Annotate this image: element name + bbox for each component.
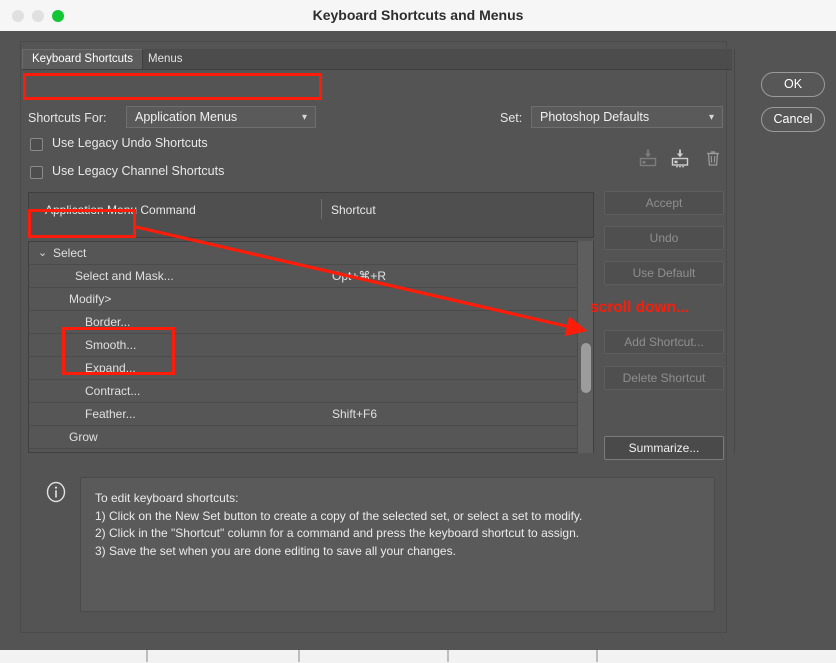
title-bar: Keyboard Shortcuts and Menus <box>0 0 836 32</box>
use-default-button[interactable]: Use Default <box>604 261 724 285</box>
list-scrollbar[interactable] <box>577 241 593 453</box>
panel-divider <box>734 49 735 453</box>
row-command-label: Smooth... <box>85 338 137 352</box>
shortcuts-for-label: Shortcuts For: <box>28 111 107 125</box>
tab-bar: Keyboard Shortcuts Menus <box>22 49 732 70</box>
background-window-strip <box>0 648 836 663</box>
row-command-label: Select <box>53 246 87 260</box>
header-divider <box>321 199 322 219</box>
shortcuts-for-value: Application Menus <box>135 110 238 124</box>
table-row[interactable]: Expand... <box>29 357 593 380</box>
table-row[interactable]: Modify> <box>29 288 593 311</box>
table-row[interactable]: Smooth... <box>29 334 593 357</box>
column-header-command: Application Menu Command <box>45 203 196 217</box>
summarize-button[interactable]: Summarize... <box>604 436 724 460</box>
tab-menus[interactable]: Menus <box>139 49 192 69</box>
dialog-body: Keyboard Shortcuts Menus Shortcuts For: … <box>0 31 836 650</box>
annotation-scroll-down-label: scroll down... <box>590 299 690 316</box>
background-tick <box>447 649 449 662</box>
disclosure-triangle-icon[interactable]: ⌄ <box>38 246 47 259</box>
row-shortcut-label[interactable]: Shift+F6 <box>332 407 377 421</box>
tab-keyboard-shortcuts[interactable]: Keyboard Shortcuts <box>22 49 144 69</box>
row-command-label: Contract... <box>85 384 141 398</box>
checkbox-legacy-undo[interactable] <box>30 138 43 151</box>
table-row[interactable]: ⌄ Select <box>29 242 593 265</box>
chevron-down-icon: ▾ <box>301 112 307 123</box>
checkbox-legacy-undo-label: Use Legacy Undo Shortcuts <box>52 136 208 150</box>
info-panel: To edit keyboard shortcuts: 1) Click on … <box>80 477 715 612</box>
checkbox-legacy-channel-label: Use Legacy Channel Shortcuts <box>52 164 225 178</box>
new-set-icon[interactable] <box>637 147 659 169</box>
column-header-shortcut: Shortcut <box>331 203 376 217</box>
shortcut-list[interactable]: ⌄ Select Select and Mask... Opt+⌘+R Modi… <box>28 241 594 453</box>
set-select[interactable]: Photoshop Defaults ▾ <box>531 106 723 128</box>
row-command-label: Grow <box>69 430 98 444</box>
row-shortcut-label[interactable]: Opt+⌘+R <box>332 269 386 283</box>
background-tick <box>298 649 300 662</box>
delete-shortcut-button[interactable]: Delete Shortcut <box>604 366 724 390</box>
set-label: Set: <box>500 111 523 125</box>
background-tick <box>596 649 598 662</box>
table-row[interactable]: Feather... Shift+F6 <box>29 403 593 426</box>
list-scrollbar-thumb[interactable] <box>581 343 591 393</box>
shortcuts-for-select[interactable]: Application Menus ▾ <box>126 106 316 128</box>
save-set-icon[interactable] <box>669 147 691 169</box>
info-icon <box>45 481 67 503</box>
delete-set-icon[interactable] <box>702 147 724 169</box>
accept-button[interactable]: Accept <box>604 191 724 215</box>
table-row[interactable]: Select and Mask... Opt+⌘+R <box>29 265 593 288</box>
window-title: Keyboard Shortcuts and Menus <box>312 7 524 23</box>
info-line: 3) Save the set when you are done editin… <box>95 543 456 558</box>
checkbox-legacy-channel[interactable] <box>30 166 43 179</box>
set-value: Photoshop Defaults <box>540 110 650 124</box>
table-row[interactable]: Contract... <box>29 380 593 403</box>
ok-button[interactable]: OK <box>761 72 825 97</box>
table-row[interactable]: Border... <box>29 311 593 334</box>
table-header: Application Menu Command Shortcut <box>28 192 594 238</box>
row-command-label: Modify> <box>69 292 112 306</box>
row-command-label: Select and Mask... <box>75 269 174 283</box>
row-command-label: Border... <box>85 315 131 329</box>
chevron-down-icon: ▾ <box>708 112 714 123</box>
cancel-button[interactable]: Cancel <box>761 107 825 132</box>
table-row[interactable]: Grow <box>29 426 593 449</box>
background-tick <box>146 649 148 662</box>
keyboard-shortcuts-dialog: Keyboard Shortcuts and Menus Keyboard Sh… <box>0 0 836 650</box>
undo-button[interactable]: Undo <box>604 226 724 250</box>
info-line: 1) Click on the New Set button to create… <box>95 508 583 523</box>
row-command-label: Feather... <box>85 407 136 421</box>
add-shortcut-button[interactable]: Add Shortcut... <box>604 330 724 354</box>
info-line: 2) Click in the "Shortcut" column for a … <box>95 526 580 540</box>
info-line: To edit keyboard shortcuts: <box>95 491 239 505</box>
row-command-label: Expand... <box>85 361 136 375</box>
